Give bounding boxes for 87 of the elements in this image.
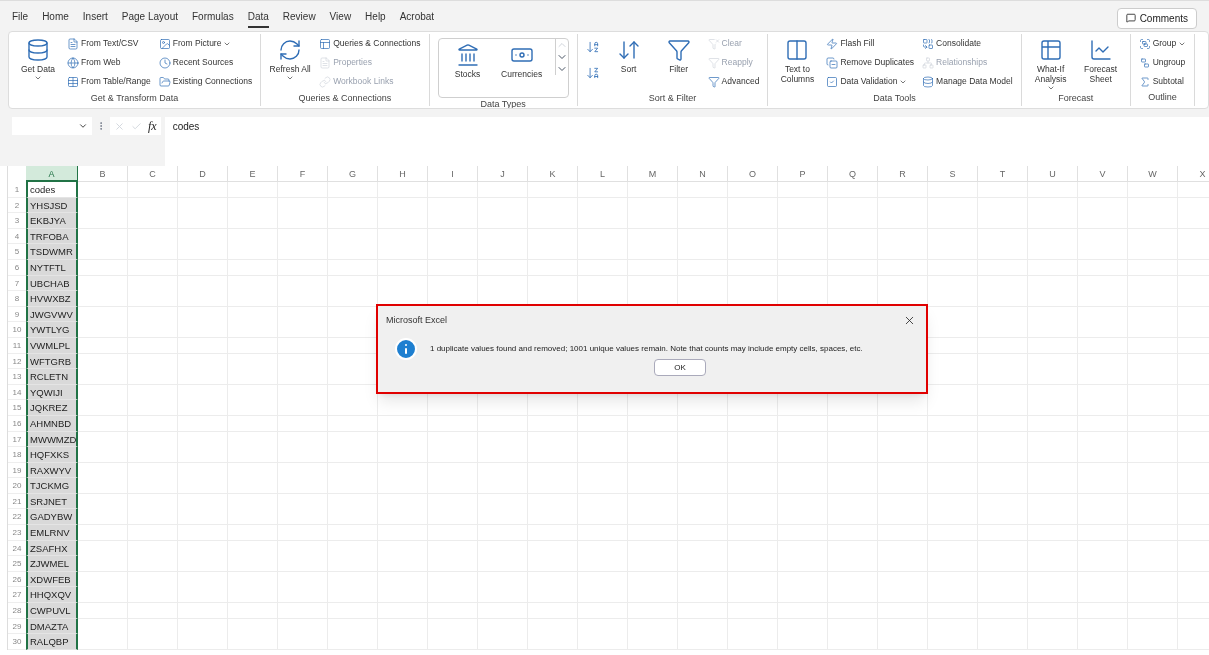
ribbon-button[interactable]: Data Validation: [826, 72, 915, 91]
column-header[interactable]: I: [428, 166, 478, 182]
column-header[interactable]: N: [678, 166, 728, 182]
dialog-title: Microsoft Excel: [386, 313, 447, 327]
ribbon-button[interactable]: What-If Analysis: [1029, 34, 1072, 92]
group-label: Data Tools: [872, 92, 917, 105]
ribbon-button[interactable]: Advanced: [707, 72, 760, 91]
column-header[interactable]: J: [478, 166, 528, 182]
group-label: Outline: [1147, 91, 1178, 104]
ribbon-button[interactable]: Recent Sources: [158, 53, 253, 72]
column-header[interactable]: P: [778, 166, 828, 182]
ribbon-tab[interactable]: Insert: [82, 8, 108, 28]
ribbon-tab[interactable]: Formulas: [192, 8, 234, 28]
ribbon-button[interactable]: Forecast Sheet: [1079, 34, 1122, 92]
column-header[interactable]: M: [628, 166, 678, 182]
ribbon-tab[interactable]: Home: [42, 8, 69, 28]
table-cell[interactable]: TJCKMG: [26, 478, 78, 494]
ribbon-button[interactable]: Remove Duplicates: [826, 53, 915, 72]
table-cell[interactable]: HHQXQV: [26, 587, 78, 604]
ribbon-tab[interactable]: Page Layout: [121, 8, 178, 28]
formula-input[interactable]: codes: [164, 117, 1209, 167]
ribbon-tab[interactable]: File: [12, 8, 29, 28]
column-header[interactable]: B: [78, 166, 128, 182]
ribbon-button[interactable]: Currencies: [500, 39, 543, 97]
table-cell[interactable]: HQFXKS: [26, 447, 78, 463]
column-header[interactable]: S: [928, 166, 978, 182]
column-header[interactable]: D: [178, 166, 228, 182]
table-cell[interactable]: EMLRNV: [26, 525, 78, 541]
group-label: Data Types: [479, 98, 527, 108]
table-cell[interactable]: codes: [26, 182, 78, 198]
column-header[interactable]: F: [278, 166, 328, 182]
ribbon-button[interactable]: Manage Data Model: [922, 72, 1013, 91]
group-label: Sort & Filter: [647, 92, 698, 105]
group-label: Get & Transform Data: [89, 92, 180, 105]
ribbon-tab[interactable]: View: [329, 8, 352, 28]
ribbon-button[interactable]: Stocks: [446, 39, 489, 97]
comments-button[interactable]: Comments: [1116, 7, 1197, 29]
table-cell[interactable]: JQKREZ: [26, 400, 78, 416]
table-cell[interactable]: GADYBW: [26, 509, 78, 526]
column-header[interactable]: R: [878, 166, 928, 182]
group-label: Forecast: [1057, 92, 1095, 105]
ribbon-button[interactable]: Ungroup: [1138, 53, 1187, 72]
group-label: Queries & Connections: [297, 92, 393, 105]
column-header[interactable]: H: [378, 166, 428, 182]
ribbon-tab[interactable]: Acrobat: [399, 8, 435, 28]
column-header[interactable]: W: [1128, 166, 1178, 182]
column-header[interactable]: L: [578, 166, 628, 182]
ribbon-button[interactable]: Get Data: [17, 34, 59, 92]
column-header[interactable]: V: [1078, 166, 1128, 182]
ribbon-button[interactable]: Refresh All: [269, 34, 312, 92]
table-cell[interactable]: TSDWMR: [26, 244, 78, 260]
ribbon-tab[interactable]: Help: [365, 8, 386, 28]
ribbon-button[interactable]: From Web: [67, 53, 151, 72]
column-header[interactable]: E: [228, 166, 278, 182]
dialog-message: 1 duplicate values found and removed; 1001 unique values remain. Note that counts may include empty cells, spaces, etc.: [430, 343, 863, 355]
ribbon-button[interactable]: Consolidate: [922, 34, 1013, 53]
ribbon-button[interactable]: Existing Connections: [158, 72, 253, 91]
table-cell[interactable]: EKBJYA: [26, 213, 78, 229]
ribbon-button[interactable]: Sort: [607, 34, 650, 92]
column-header[interactable]: Q: [828, 166, 878, 182]
column-header[interactable]: X: [1178, 166, 1209, 182]
column-header[interactable]: K: [528, 166, 578, 182]
table-cell[interactable]: RALQBP: [26, 634, 78, 650]
function-label[interactable]: fx: [148, 117, 157, 135]
table-cell[interactable]: CWPUVL: [26, 603, 78, 619]
column-header[interactable]: G: [328, 166, 378, 182]
column-header[interactable]: O: [728, 166, 778, 182]
ribbon-button[interactable]: Subtotal: [1138, 72, 1187, 91]
ribbon-tab[interactable]: Data: [247, 8, 269, 28]
column-header[interactable]: C: [128, 166, 178, 182]
ribbon-button[interactable]: From Table/Range: [67, 72, 151, 91]
ribbon-button[interactable]: Flash Fill: [826, 34, 915, 53]
ribbon-button[interactable]: From Text/CSV: [67, 34, 151, 53]
table-cell[interactable]: YWTLYG: [26, 322, 78, 338]
column-header[interactable]: A: [26, 166, 78, 182]
ribbon-button[interactable]: From Picture: [158, 34, 253, 53]
ribbon-tab[interactable]: Review: [282, 8, 316, 28]
table-cell[interactable]: HVWXBZ: [26, 291, 78, 307]
ribbon-button[interactable]: Queries & Connections: [319, 34, 421, 53]
ribbon-button[interactable]: Filter: [657, 34, 700, 92]
ribbon-button[interactable]: Group: [1138, 34, 1187, 53]
table-cell[interactable]: RCLETN: [26, 369, 78, 385]
table-cell[interactable]: ZJWMEL: [26, 556, 78, 572]
ok-button[interactable]: OK: [654, 359, 706, 376]
ribbon-button[interactable]: Text to Columns: [776, 34, 819, 92]
column-header[interactable]: T: [978, 166, 1028, 182]
column-header[interactable]: U: [1028, 166, 1078, 182]
